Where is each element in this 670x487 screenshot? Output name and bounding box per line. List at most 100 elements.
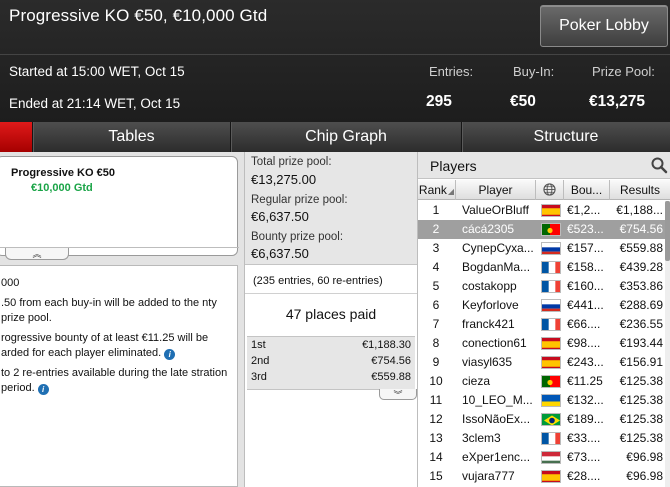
player-result: €1,188... bbox=[616, 203, 663, 217]
player-row[interactable]: 11 10_LEO_M... €132... €125.38 bbox=[418, 391, 665, 410]
tab-structure[interactable]: Structure bbox=[461, 122, 670, 152]
player-name: conection61 bbox=[462, 336, 527, 350]
player-result: €156.91 bbox=[619, 355, 663, 369]
player-bounty: €1,2... bbox=[567, 203, 601, 217]
search-icon[interactable] bbox=[650, 156, 668, 174]
players-title: Players bbox=[430, 158, 477, 174]
total-prize-value: €13,275.00 bbox=[251, 172, 317, 187]
player-rank: 7 bbox=[432, 317, 440, 331]
chevron-double-down-icon: ︾ bbox=[393, 389, 403, 400]
player-name: BogdanMa... bbox=[462, 260, 531, 274]
player-result: €559.88 bbox=[619, 241, 663, 255]
player-name: IssoNãoEx... bbox=[462, 412, 531, 426]
player-rank: 9 bbox=[432, 355, 440, 369]
player-row[interactable]: 7 franck421 €66.... €236.55 bbox=[418, 315, 665, 334]
player-name: costakopp bbox=[462, 279, 517, 293]
info-icon[interactable]: i bbox=[164, 349, 176, 360]
player-name: 10_LEO_M... bbox=[462, 393, 533, 407]
player-row[interactable]: 6 Keyforlove €441... €288.69 bbox=[418, 296, 665, 315]
player-row[interactable]: 8 conection61 €98.... €193.44 bbox=[418, 334, 665, 353]
player-row[interactable]: 1 ValueOrBluff €1,2... €1,188... bbox=[418, 201, 665, 220]
country-flag-icon bbox=[541, 470, 561, 483]
column-country[interactable] bbox=[536, 180, 564, 200]
player-bounty: €441... bbox=[567, 298, 604, 312]
column-rank[interactable]: Rank◢ bbox=[418, 180, 456, 200]
player-row[interactable]: 2 cácá2305 €523... €754.56 bbox=[418, 220, 665, 239]
player-row[interactable]: 12 IssoNãoEx... €189... €125.38 bbox=[418, 410, 665, 429]
end-time: Ended at 21:14 WET, Oct 15 bbox=[9, 96, 181, 111]
sort-arrow-icon: ◢ bbox=[447, 187, 455, 196]
player-row[interactable]: 15 vujara777 €28.... €96.98 bbox=[418, 467, 665, 486]
places-paid: 47 places paid bbox=[285, 306, 377, 322]
rule-line: .50 from each buy-in will be added to th… bbox=[1, 297, 217, 324]
player-name: viasyl635 bbox=[462, 355, 513, 369]
player-row[interactable]: 5 costakopp €160... €353.86 bbox=[418, 277, 665, 296]
player-row[interactable]: 13 3clem3 €33.... €125.38 bbox=[418, 429, 665, 448]
buyin-label: Buy-In: bbox=[513, 64, 555, 79]
player-result: €288.69 bbox=[619, 298, 663, 312]
bounty-prize-label: Bounty prize pool: bbox=[251, 231, 344, 243]
column-bounty[interactable]: Bou... bbox=[564, 180, 610, 200]
player-rank: 1 bbox=[432, 203, 440, 217]
player-row[interactable]: 10 cieza €11.25 €125.38 bbox=[418, 372, 665, 391]
collapse-card-button[interactable]: ︽ bbox=[5, 248, 69, 260]
tab-tables[interactable]: Tables bbox=[32, 122, 230, 152]
payout-table: 1st €1,188.30 2nd €754.56 3rd €559.88 bbox=[247, 336, 415, 390]
player-bounty: €28.... bbox=[567, 469, 601, 483]
player-row[interactable]: 9 viasyl635 €243... €156.91 bbox=[418, 353, 665, 372]
tournament-info-panel: Progressive KO €50 €10,000 Gtd ︽ 000 .50… bbox=[0, 152, 244, 487]
player-result: €96.98 bbox=[626, 469, 663, 483]
globe-icon bbox=[543, 183, 556, 196]
tournament-card[interactable]: Progressive KO €50 €10,000 Gtd ︽ bbox=[0, 156, 239, 260]
expand-payouts-button[interactable]: ︾ bbox=[379, 389, 417, 400]
column-player[interactable]: Player bbox=[456, 180, 536, 200]
player-name: franck421 bbox=[462, 317, 515, 331]
player-name: cácá2305 bbox=[462, 222, 515, 236]
player-bounty: €189... bbox=[567, 412, 604, 426]
player-name: ValueOrBluff bbox=[462, 203, 529, 217]
player-result: €125.38 bbox=[619, 412, 663, 426]
column-results[interactable]: Results bbox=[610, 180, 670, 200]
bounty-prize-value: €6,637.50 bbox=[251, 246, 309, 261]
tab-bar: Tables Chip Graph Structure bbox=[0, 122, 670, 152]
card-guarantee: €10,000 Gtd bbox=[31, 182, 93, 194]
prize-pool-summary: Total prize pool: €13,275.00 Regular pri… bbox=[245, 152, 417, 265]
tab-chip-graph[interactable]: Chip Graph bbox=[230, 122, 461, 152]
player-row[interactable]: 14 eXper1enc... €73.... €96.98 bbox=[418, 448, 665, 467]
players-scrollbar[interactable] bbox=[665, 201, 670, 487]
payout-row: 3rd €559.88 bbox=[251, 371, 411, 383]
player-name: 3clem3 bbox=[462, 431, 501, 445]
country-flag-icon bbox=[541, 261, 561, 274]
player-row[interactable]: 3 СуперСуха... €157... €559.88 bbox=[418, 239, 665, 258]
country-flag-icon bbox=[541, 299, 561, 312]
player-bounty: €11.25 bbox=[567, 374, 603, 388]
start-time: Started at 15:00 WET, Oct 15 bbox=[9, 64, 185, 79]
regular-prize-value: €6,637.50 bbox=[251, 209, 309, 224]
player-bounty: €243... bbox=[567, 355, 604, 369]
tournament-title: Progressive KO €50, €10,000 Gtd bbox=[9, 6, 268, 25]
player-name: Keyforlove bbox=[462, 298, 519, 312]
player-result: €193.44 bbox=[619, 336, 663, 350]
card-tournament-name: Progressive KO €50 bbox=[11, 167, 115, 179]
poker-lobby-button[interactable]: Poker Lobby bbox=[540, 5, 668, 47]
tournament-rules: 000 .50 from each buy-in will be added t… bbox=[0, 265, 238, 487]
players-header: Players bbox=[418, 152, 670, 179]
player-rank: 5 bbox=[432, 279, 440, 293]
player-rank: 2 bbox=[432, 222, 440, 236]
player-rank: 4 bbox=[432, 260, 440, 274]
divider bbox=[245, 293, 417, 294]
player-row[interactable]: 4 BogdanMa... €158... €439.28 bbox=[418, 258, 665, 277]
player-result: €439.28 bbox=[619, 260, 663, 274]
player-result: €125.38 bbox=[619, 374, 663, 388]
payout-row: 2nd €754.56 bbox=[251, 355, 411, 367]
prizepool-value: €13,275 bbox=[589, 93, 646, 110]
player-name: cieza bbox=[462, 374, 491, 388]
scrollbar-thumb[interactable] bbox=[665, 201, 670, 261]
prizepool-label: Prize Pool: bbox=[592, 64, 655, 79]
player-bounty: €66.... bbox=[567, 317, 601, 331]
entries-breakdown: (235 entries, 60 re-entries) bbox=[253, 275, 383, 287]
tab-active-indicator[interactable] bbox=[0, 122, 32, 152]
players-panel: Players Rank◢ Player Bou... Results 1 Val… bbox=[418, 152, 670, 487]
info-icon[interactable]: i bbox=[37, 384, 49, 395]
rule-line: 000 bbox=[1, 277, 20, 289]
